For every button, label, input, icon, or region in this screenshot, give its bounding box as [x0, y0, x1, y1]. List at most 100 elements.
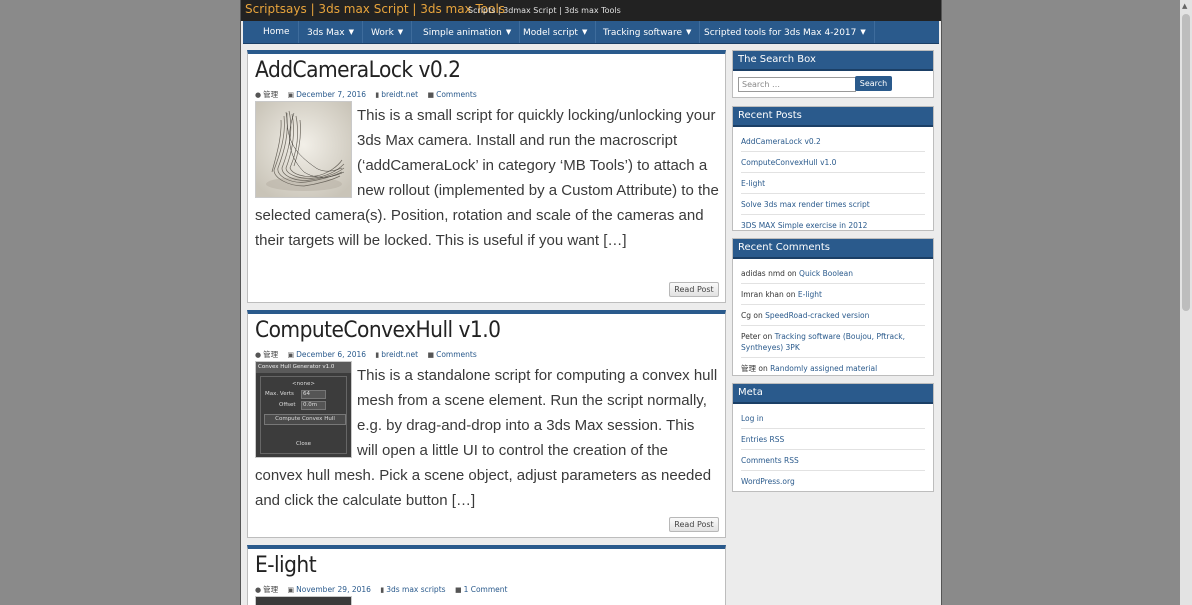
- recent-posts-widget: Recent Posts AddCameraLock v0.2 ComputeC…: [732, 106, 934, 231]
- page-wrapper: Scriptsays | 3ds max Script | 3ds max To…: [240, 0, 942, 605]
- chevron-down-icon: ▼: [505, 28, 512, 36]
- recent-post-link[interactable]: E-light: [741, 173, 925, 194]
- comment-on: on: [753, 311, 763, 320]
- calendar-icon: ▣: [287, 91, 295, 99]
- chevron-down-icon: ▼: [685, 28, 692, 36]
- comment-author: Imran khan: [741, 290, 784, 299]
- search-input[interactable]: Search …: [738, 77, 856, 92]
- post-article: ComputeConvexHull v1.0 ● 管理 ▣ December 6, …: [247, 310, 726, 538]
- recent-comment-item: Peter on Tracking software (Boujou, Pftr…: [741, 326, 925, 358]
- post-comments-link[interactable]: Comments: [436, 90, 477, 99]
- nav-item-scripted-tools[interactable]: Scripted tools for 3ds Max 4-2017 ▼: [696, 21, 875, 43]
- post-category[interactable]: breidt.net: [381, 350, 418, 359]
- post-excerpt: This is a small script for quickly locki…: [255, 103, 719, 253]
- post-meta: ● 管理 ▣ November 29, 2016 ▮ 3ds max scripts …: [255, 584, 514, 595]
- nav-item-simple-animation[interactable]: Simple animation ▼: [415, 21, 521, 43]
- comment-author: 管理: [741, 364, 756, 373]
- recent-comment-item: 管理 on Randomly assigned material: [741, 358, 925, 378]
- nav-item-tracking-software[interactable]: Tracking software ▼: [595, 21, 701, 43]
- comment-on: on: [758, 364, 768, 373]
- nav-item-3ds-max[interactable]: 3ds Max ▼: [299, 21, 363, 43]
- comment-icon: ■: [427, 91, 435, 99]
- calendar-icon: ▣: [287, 351, 295, 359]
- recent-comments-widget: Recent Comments adidas nmd on Quick Bool…: [732, 238, 934, 376]
- nav-label: Home: [263, 27, 290, 37]
- nav-label: Tracking software: [603, 28, 682, 38]
- folder-icon: ▮: [375, 91, 380, 99]
- search-button[interactable]: Search: [855, 76, 892, 91]
- nav-item-home[interactable]: Home: [255, 21, 299, 43]
- recent-post-link[interactable]: AddCameraLock v0.2: [741, 131, 925, 152]
- meta-link[interactable]: Log in: [741, 408, 925, 429]
- nav-label: Scripted tools for 3ds Max 4-2017: [704, 28, 857, 38]
- comment-icon: ■: [427, 351, 435, 359]
- folder-icon: ▮: [375, 351, 380, 359]
- comment-icon: ■: [454, 586, 462, 594]
- post-comments-link[interactable]: Comments: [436, 350, 477, 359]
- comment-post-link[interactable]: SpeedRoad-cracked version: [765, 311, 869, 320]
- meta-link[interactable]: Entries RSS: [741, 429, 925, 450]
- read-post-button[interactable]: Read Post: [669, 517, 719, 532]
- meta-link[interactable]: Comments RSS: [741, 450, 925, 471]
- recent-post-link[interactable]: ComputeConvexHull v1.0: [741, 152, 925, 173]
- nav-label: Simple animation: [423, 28, 502, 38]
- user-icon: ●: [255, 586, 262, 594]
- nav-label: Model script: [523, 28, 578, 38]
- comment-author: Peter: [741, 332, 761, 341]
- nav-item-work[interactable]: Work ▼: [363, 21, 413, 43]
- page-scrollbar[interactable]: ▲: [1180, 0, 1192, 605]
- user-icon: ●: [255, 91, 262, 99]
- comment-on: on: [787, 269, 797, 278]
- comment-on: on: [762, 332, 773, 341]
- post-date[interactable]: December 7, 2016: [296, 90, 366, 99]
- post-title[interactable]: E-light: [255, 553, 317, 578]
- comment-author: Cg: [741, 311, 751, 320]
- post-excerpt: This is a standalone script for computin…: [255, 363, 719, 513]
- scroll-up-arrow-icon[interactable]: ▲: [1182, 2, 1187, 10]
- post-article: E-light ● 管理 ▣ November 29, 2016 ▮ 3ds max …: [247, 545, 726, 605]
- post-title[interactable]: ComputeConvexHull v1.0: [255, 318, 501, 343]
- post-comments-link[interactable]: 1 Comment: [464, 585, 508, 594]
- top-bar: Scriptsays | 3ds max Script | 3ds max To…: [241, 0, 941, 21]
- recent-post-link[interactable]: Solve 3ds max render times script: [741, 194, 925, 215]
- post-category[interactable]: breidt.net: [381, 90, 418, 99]
- post-author[interactable]: 管理: [263, 90, 278, 99]
- site-description: Scripts | 3dmax Script | 3ds max Tools: [468, 6, 621, 15]
- nav-item-model-script[interactable]: Model script ▼: [515, 21, 597, 43]
- widget-title: Recent Posts: [733, 107, 933, 127]
- meta-link[interactable]: WordPress.org: [741, 471, 925, 491]
- comment-on: on: [786, 290, 796, 299]
- folder-icon: ▮: [380, 586, 385, 594]
- post-thumbnail[interactable]: [255, 596, 352, 605]
- post-meta: ● 管理 ▣ December 6, 2016 ▮ breidt.net ■ Comme…: [255, 349, 484, 360]
- widget-title: Recent Comments: [733, 239, 933, 259]
- read-post-button[interactable]: Read Post: [669, 282, 719, 297]
- recent-comment-item: Cg on SpeedRoad-cracked version: [741, 305, 925, 326]
- chevron-down-icon: ▼: [860, 28, 866, 36]
- chevron-down-icon: ▼: [348, 28, 354, 36]
- nav-label: 3ds Max: [307, 28, 345, 38]
- post-date[interactable]: November 29, 2016: [296, 585, 371, 594]
- comment-post-link[interactable]: Randomly assigned material: [770, 364, 877, 373]
- meta-widget: Meta Log in Entries RSS Comments RSS Wor…: [732, 383, 934, 492]
- site-title[interactable]: Scriptsays | 3ds max Script | 3ds max To…: [245, 2, 505, 16]
- search-widget: The Search Box Search … Search: [732, 50, 934, 98]
- nav-label: Work: [371, 28, 394, 38]
- main-nav: Home 3ds Max ▼ Work ▼ Simple animation ▼ Mo…: [243, 21, 939, 44]
- comment-author: adidas nmd: [741, 269, 785, 278]
- chevron-down-icon: ▼: [397, 28, 404, 36]
- post-author[interactable]: 管理: [263, 350, 278, 359]
- comment-post-link[interactable]: E-light: [798, 290, 822, 299]
- user-icon: ●: [255, 351, 262, 359]
- post-category[interactable]: 3ds max scripts: [386, 585, 445, 594]
- recent-comment-item: adidas nmd on Quick Boolean: [741, 263, 925, 284]
- recent-comment-item: Imran khan on E-light: [741, 284, 925, 305]
- chevron-down-icon: ▼: [581, 28, 588, 36]
- post-title[interactable]: AddCameraLock v0.2: [255, 58, 461, 83]
- comment-post-link[interactable]: Quick Boolean: [799, 269, 853, 278]
- recent-post-link[interactable]: 3DS MAX Simple exercise in 2012: [741, 215, 925, 235]
- scrollbar-thumb[interactable]: [1182, 14, 1190, 311]
- widget-title: The Search Box: [733, 51, 933, 71]
- post-author[interactable]: 管理: [263, 585, 278, 594]
- post-date[interactable]: December 6, 2016: [296, 350, 366, 359]
